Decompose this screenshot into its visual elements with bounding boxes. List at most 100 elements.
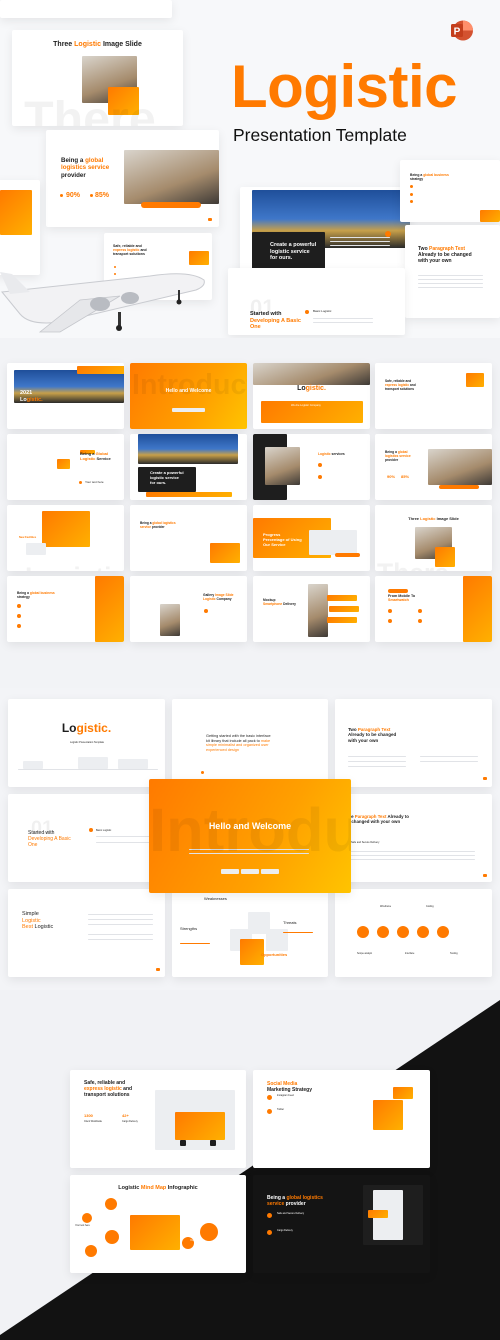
slide-title: Create a powerful logistic service for o…	[150, 470, 184, 485]
slide-text: 1300	[84, 1113, 93, 1118]
slide-title-segment: Three	[408, 516, 421, 521]
grid-slide-thumbnail: 90% 85% Being a global logistics service p…	[375, 434, 492, 500]
bullet-icon	[82, 1213, 92, 1223]
bullet-icon	[90, 194, 93, 197]
slide-text: 85%	[95, 192, 110, 199]
featured-slides-section: Logistic Presentation Template Logistic. G…	[0, 688, 500, 990]
slide-graphic	[78, 757, 108, 769]
slide-title: From Mobile To Smartwatch	[388, 594, 415, 603]
slide-graphic	[210, 543, 240, 563]
dark-light-slides-section: 1300 Client Worldwide 42+ Cargo Delivery Saf…	[0, 990, 500, 1340]
slide-title: Gallery Image Slide Logistic Company	[203, 593, 233, 602]
slide-title-segment: Paragraph Text	[354, 814, 387, 819]
slide-graphic	[88, 919, 153, 920]
slide-title-segment: Paragraph Text	[357, 727, 391, 732]
slide-title-segment: Lo	[20, 396, 27, 403]
slide-title: Started with Developing A Basic One	[28, 830, 71, 848]
slide-title-segment: global business	[423, 173, 449, 177]
slide-title-segment: Mind Map	[140, 1185, 167, 1191]
bullet-icon	[388, 619, 392, 623]
slide-title-segment: Marketing Strategy	[267, 1087, 313, 1093]
slide-title: Three Logistic Image Slide	[375, 516, 492, 522]
slide-graphic	[330, 245, 390, 246]
slide-graphic	[253, 363, 370, 385]
slide-text: Wireframe	[380, 905, 392, 908]
slide-title: Logistic services	[318, 452, 345, 457]
slide-title-segment: Image Slide	[101, 41, 142, 48]
slide-graphic	[283, 932, 313, 933]
slide-text: Logistic Presentation Template	[70, 741, 105, 744]
slide-text: There	[24, 92, 156, 126]
slide-title: Being a global business strategy	[17, 591, 55, 600]
slide-title-segment: services	[330, 452, 345, 456]
slide-title-segment: Started with	[250, 311, 282, 317]
slide-graphic	[420, 761, 478, 762]
hero-section: There Three Logistic Image Slide 90% 85% Bei…	[0, 0, 500, 338]
slide-graphic	[77, 366, 124, 374]
page-number-badge	[208, 218, 212, 221]
slide-graphic	[345, 855, 475, 856]
slide-title-segment: Being a	[61, 157, 86, 164]
slide-graphic	[18, 769, 158, 770]
bullet-icon	[79, 481, 82, 484]
slide-title-segment: Create a powerful logistic service for o…	[150, 470, 184, 485]
slide-title-segment: gistic.	[76, 721, 112, 735]
bullet-icon	[105, 1230, 119, 1244]
feature-slide-thumbnail: 01 Basic Logistic Started with Developing …	[8, 794, 165, 882]
bullet-icon	[388, 609, 392, 613]
slide-title-segment: Developing A Basic One	[28, 836, 71, 848]
slide-graphic	[88, 914, 153, 915]
slide-graphic	[330, 237, 390, 238]
bullet-icon	[418, 609, 422, 613]
slide-title-segment: Three	[53, 41, 75, 48]
bullet-icon	[267, 1230, 272, 1235]
slide-graphic	[466, 373, 484, 387]
slide-title-segment: Smartwatch	[388, 598, 409, 603]
slide-graphic	[392, 527, 412, 543]
slide-graphic	[0, 190, 32, 235]
slide-graphic	[161, 586, 177, 602]
slide-title: Two Paragraph Text Already to be changed…	[348, 727, 396, 743]
slide-title: Mockup Smartphone Delivery	[263, 598, 296, 607]
slide-title-segment: gistic.	[305, 385, 326, 392]
slide-graphic	[96, 842, 151, 843]
bullet-icon	[305, 310, 309, 314]
slide-text: 42+	[122, 1113, 129, 1118]
slide-title: Hello and Welcome	[130, 388, 247, 394]
slide-graphic	[180, 1140, 186, 1146]
slide-title-segment: provider	[284, 1201, 306, 1207]
slide-graphic	[434, 368, 464, 393]
slide-graphic	[327, 595, 357, 601]
slide-title-segment: 2021	[20, 390, 33, 396]
slide-graphic	[88, 934, 153, 935]
slide-graphic	[313, 322, 373, 323]
grid-slide-thumbnail: From Mobile To Smartwatch	[375, 576, 492, 642]
slide-graphic	[327, 617, 357, 623]
slide-graphic	[146, 492, 232, 497]
feature-slide-thumbnail: Safe and Secure Delivery One Paragraph Te…	[335, 794, 492, 882]
grid-slide-thumbnail: Logistic services	[253, 434, 370, 500]
slide-text: Testing	[450, 952, 458, 955]
slide-text: We Are Logistic Company	[291, 404, 321, 407]
slide-text: Weaknesses	[204, 896, 227, 901]
slide-text: Client Worldwide	[84, 1120, 102, 1123]
slide-graphic	[345, 851, 475, 852]
slide-title-segment: Company	[215, 596, 232, 601]
slide-text: Safe and Secure Delivery	[277, 1212, 305, 1215]
slide-graphic	[57, 459, 70, 469]
feature-slide-thumbnail: Two Paragraph Text Already to be changed…	[335, 699, 492, 787]
dark-slide-thumbnail: Your text here Your text here Your text he…	[70, 1175, 246, 1273]
bullet-icon	[437, 926, 449, 938]
grid-slide-thumbnail: IntroductionHello and Welcome	[130, 363, 247, 429]
slide-title-segment: Logistic	[318, 452, 331, 456]
slide-title: Being a global logistics service provide…	[140, 521, 176, 530]
slide-graphic	[393, 1087, 413, 1099]
slide-title-segment: Logistic	[420, 516, 436, 521]
dark-slide-thumbnail: Safe and Secure Delivery Cargo Delivery Be…	[253, 1175, 430, 1273]
bullet-icon	[17, 624, 21, 628]
slide-title: Being a Global Logistic Service	[80, 451, 111, 462]
slide-text: 85%	[401, 474, 410, 479]
slide-graphic	[373, 1100, 403, 1130]
slide-title-segment: Logistic	[118, 1185, 141, 1191]
bullet-icon	[417, 926, 429, 938]
